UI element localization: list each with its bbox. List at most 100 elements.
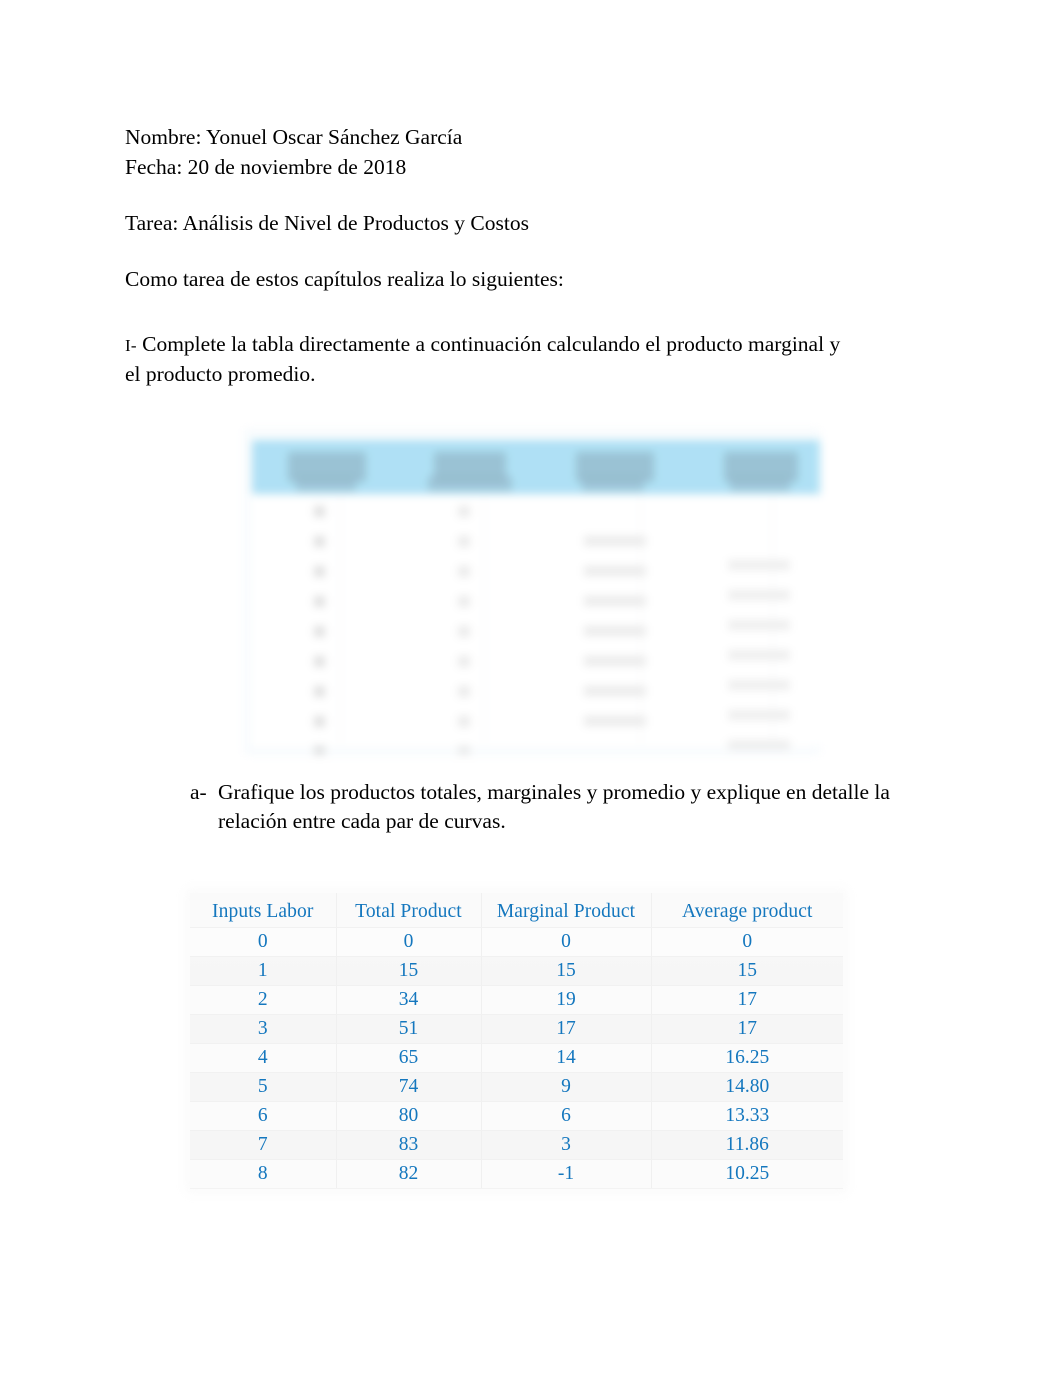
embedded-cell	[458, 566, 470, 577]
cell-total-product: 51	[336, 1014, 482, 1044]
cell-inputs-labor: 8	[190, 1159, 337, 1189]
embedded-cell	[584, 656, 646, 666]
cell-total-product: 83	[336, 1130, 482, 1160]
table-row: 0 0 0 0	[190, 927, 843, 957]
list-item-marker: a-	[190, 780, 207, 804]
cell-marginal-product: 14	[481, 1043, 652, 1073]
production-data-table: Inputs Labor Total Product Marginal Prod…	[190, 893, 843, 1189]
table-row: 1 15 15 15	[190, 956, 843, 986]
column-header-total-product: Total Product	[336, 893, 482, 928]
embedded-cell	[728, 680, 790, 690]
embedded-cell	[458, 686, 470, 697]
cell-marginal-product: 9	[481, 1072, 652, 1102]
embedded-cell	[314, 746, 325, 755]
cell-marginal-product: 17	[481, 1014, 652, 1044]
embedded-header-cell-4b	[730, 476, 790, 491]
embedded-cell	[458, 716, 470, 727]
embedded-cell	[728, 620, 790, 630]
table-row: 7 83 3 11.86	[190, 1130, 843, 1160]
instruction-text: Complete la tabla directamente a continu…	[125, 332, 841, 386]
cell-total-product: 80	[336, 1101, 482, 1131]
cell-total-product: 74	[336, 1072, 482, 1102]
embedded-cell	[458, 626, 470, 637]
embedded-header-cell-1b	[296, 476, 356, 491]
cell-total-product: 65	[336, 1043, 482, 1073]
cell-average-product: 11.86	[651, 1130, 843, 1160]
author-name-line: Nombre: Yonuel Oscar Sánchez García	[125, 125, 463, 149]
embedded-cell	[458, 656, 470, 667]
cell-total-product: 0	[336, 927, 482, 957]
cell-marginal-product: 15	[481, 956, 652, 986]
embedded-cell	[458, 536, 470, 547]
cell-average-product: 14.80	[651, 1072, 843, 1102]
table-header-row: Inputs Labor Total Product Marginal Prod…	[190, 893, 843, 928]
cell-marginal-product: 3	[481, 1130, 652, 1160]
cell-inputs-labor: 4	[190, 1043, 337, 1073]
table-row: 3 51 17 17	[190, 1014, 843, 1044]
column-header-average-product: Average product	[651, 893, 843, 928]
assignment-title-line: Tarea: Análisis de Nivel de Productos y …	[125, 211, 529, 235]
embedded-cell	[584, 686, 646, 696]
embedded-cell	[584, 596, 646, 606]
cell-total-product: 15	[336, 956, 482, 986]
cell-average-product: 0	[651, 927, 843, 957]
embedded-cell	[314, 506, 325, 517]
cell-inputs-labor: 7	[190, 1130, 337, 1160]
cell-average-product: 10.25	[651, 1159, 843, 1189]
embedded-cell	[584, 566, 646, 576]
cell-average-product: 15	[651, 956, 843, 986]
embedded-cell	[728, 560, 790, 570]
embedded-table-image	[244, 428, 820, 755]
column-header-inputs-labor: Inputs Labor	[190, 893, 337, 928]
cell-average-product: 13.33	[651, 1101, 843, 1131]
cell-marginal-product: -1	[481, 1159, 652, 1189]
cell-marginal-product: 19	[481, 985, 652, 1015]
cell-total-product: 34	[336, 985, 482, 1015]
table-row: 2 34 19 17	[190, 985, 843, 1015]
embedded-cell	[584, 626, 646, 636]
cell-inputs-labor: 2	[190, 985, 337, 1015]
embedded-cell	[314, 686, 325, 697]
embedded-cell	[314, 596, 325, 607]
embedded-cell	[458, 596, 470, 607]
cell-inputs-labor: 1	[190, 956, 337, 986]
embedded-cell	[728, 650, 790, 660]
embedded-cell	[584, 716, 646, 726]
embedded-column-divider-1	[340, 498, 341, 745]
cell-inputs-labor: 3	[190, 1014, 337, 1044]
cell-marginal-product: 6	[481, 1101, 652, 1131]
cell-total-product: 82	[336, 1159, 482, 1189]
embedded-cell	[458, 506, 470, 517]
embedded-cell	[728, 710, 790, 720]
embedded-cell	[584, 536, 646, 546]
date-line: Fecha: 20 de noviembre de 2018	[125, 155, 407, 179]
instruction-paragraph: I- Complete la tabla directamente a cont…	[125, 330, 850, 389]
list-item: a- Grafique los productos totales, margi…	[190, 778, 902, 836]
embedded-cell	[458, 746, 470, 755]
cell-marginal-product: 0	[481, 927, 652, 957]
embedded-image-frame	[246, 430, 820, 755]
embedded-image-header-band	[252, 440, 820, 494]
list-item-text: Grafique los productos totales, marginal…	[218, 780, 890, 833]
cell-inputs-labor: 5	[190, 1072, 337, 1102]
embedded-cell	[728, 740, 790, 750]
table-row: 4 65 14 16.25	[190, 1043, 843, 1073]
cell-average-product: 17	[651, 1014, 843, 1044]
cell-average-product: 16.25	[651, 1043, 843, 1073]
column-header-marginal-product: Marginal Product	[481, 893, 652, 928]
cell-inputs-labor: 0	[190, 927, 337, 957]
table-row: 6 80 6 13.33	[190, 1101, 843, 1131]
embedded-header-cell-3b	[582, 476, 644, 491]
document-header-block: Nombre: Yonuel Oscar Sánchez García Fech…	[125, 122, 925, 182]
embedded-header-cell-2b	[428, 476, 512, 491]
intro-line: Como tarea de estos capítulos realiza lo…	[125, 267, 564, 291]
document-page: Nombre: Yonuel Oscar Sánchez García Fech…	[0, 0, 1062, 1377]
table-row: 5 74 9 14.80	[190, 1072, 843, 1102]
embedded-cell	[314, 536, 325, 547]
embedded-cell	[314, 716, 325, 727]
table-row: 8 82 -1 10.25	[190, 1159, 843, 1189]
cell-average-product: 17	[651, 985, 843, 1015]
embedded-cell	[314, 656, 325, 667]
embedded-image-body	[252, 498, 820, 755]
embedded-column-divider-2	[484, 498, 485, 745]
